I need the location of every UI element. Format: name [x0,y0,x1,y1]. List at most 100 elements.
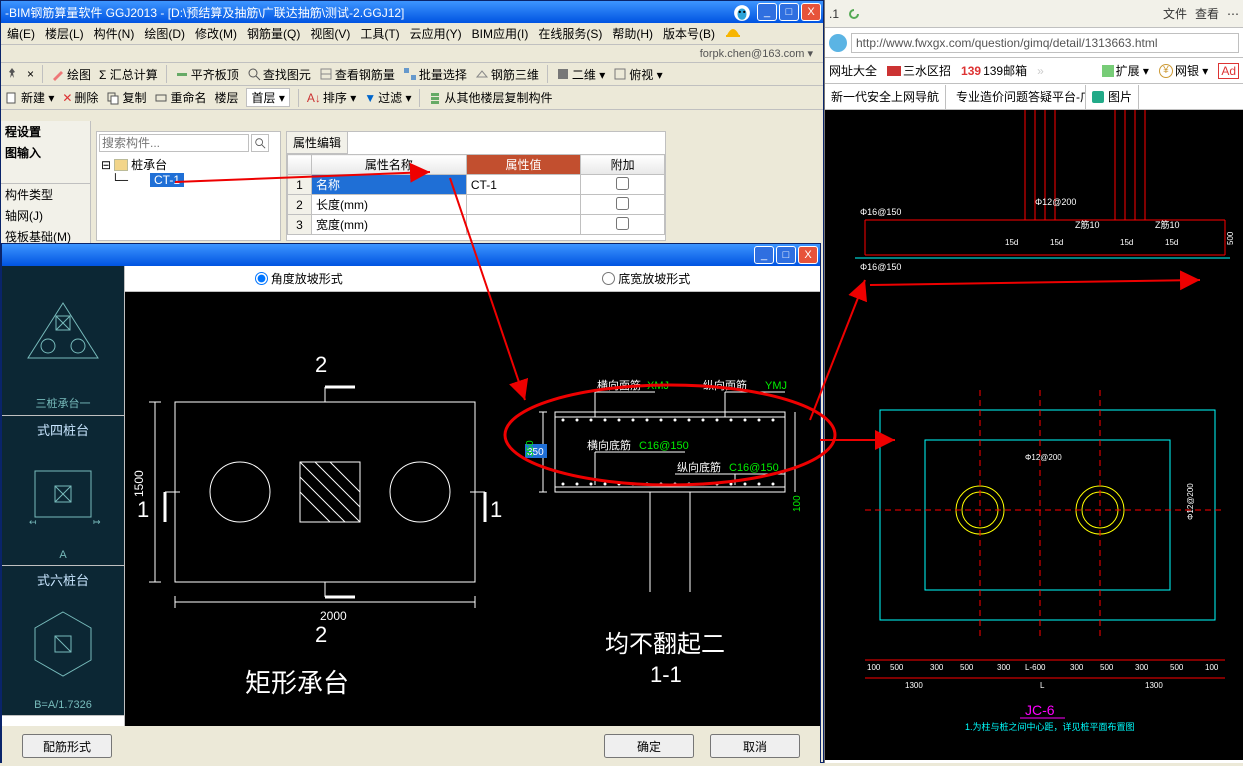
prop-value[interactable] [466,215,580,235]
svg-text:1300: 1300 [1145,681,1163,690]
view-rebar-button[interactable]: 查看钢筋量 [319,66,395,83]
thumb-item[interactable]: 式六桩台 B=A/1.7326 [2,566,124,716]
svg-text:横向面筋: 横向面筋 [597,378,641,392]
floor-select[interactable]: 首层 ▾ [246,88,289,107]
nav-item[interactable]: 构件类型 [1,184,90,205]
refresh-icon[interactable] [847,7,861,21]
browser-tab[interactable]: 图片 [1086,85,1139,109]
cancel-button[interactable]: 取消 [710,734,800,758]
pin-icon[interactable] [5,67,19,81]
tree-leaf[interactable]: CT-1 [150,173,184,187]
dialog-titlebar[interactable]: _ □ X [2,244,820,266]
bank-button[interactable]: ¥网银 ▾ [1159,62,1208,79]
svg-text:300: 300 [1135,663,1149,672]
dlg-close-button[interactable]: X [798,246,818,264]
drawing-canvas[interactable]: 2000 1500 1 1 2 2 矩形承台 [125,292,820,726]
prop-name[interactable]: 宽度(mm) [312,215,467,235]
rename-button[interactable]: 重命名 [154,89,206,106]
svg-text:↦: ↦ [93,517,101,527]
rebar-form-button[interactable]: 配筋形式 [22,734,112,758]
slope-form-radios: 角度放坡形式 底宽放坡形式 [125,266,820,292]
svg-text:Z筋10: Z筋10 [1075,219,1100,230]
fav-item[interactable]: 139139邮箱 [961,62,1027,79]
menu-more-icon[interactable]: ⋯ [1227,7,1239,21]
close-button[interactable]: X [801,3,821,21]
prop-extra-check[interactable] [616,217,629,230]
browser-top: .1 文件 查看 ⋯ [825,0,1243,28]
dlg-maximize-button[interactable]: □ [776,246,796,264]
svg-text:15d: 15d [1120,238,1133,247]
sum-button[interactable]: Σ 汇总计算 [99,66,158,83]
menu-modify[interactable]: 修改(M) [195,25,237,42]
menu-cloud[interactable]: 云应用(Y) [410,25,462,42]
maximize-button[interactable]: □ [779,3,799,21]
filter-button[interactable]: ▼过滤 ▾ [364,89,411,106]
prop-name[interactable]: 名称 [312,175,467,195]
app-menubar: 编(E) 楼层(L) 构件(N) 绘图(D) 修改(M) 钢筋量(Q) 视图(V… [1,23,823,45]
menu-view[interactable]: 查看 [1195,5,1219,22]
menu-view[interactable]: 视图(V) [310,25,350,42]
svg-text:纵向底筋: 纵向底筋 [677,460,721,474]
view-2d-select[interactable]: 二维 ▾ [556,66,605,83]
new-button[interactable]: 新建 ▾ [5,89,54,106]
cad-image[interactable]: Φ16@150 Φ12@200 Z筋10 Z筋10 15d 15d 15d 15… [825,110,1243,760]
svg-text:Φ12@200: Φ12@200 [1186,483,1195,520]
menu-tools[interactable]: 工具(T) [360,25,399,42]
url-field[interactable]: http://www.fwxgx.com/question/gimq/detai… [851,33,1239,53]
prop-extra-check[interactable] [616,197,629,210]
col-extra: 附加 [581,155,665,175]
level-board-button[interactable]: 平齐板顶 [175,66,239,83]
find-graph-button[interactable]: 查找图元 [247,66,311,83]
browser-tab[interactable]: 专业造价问题答疑平台-广联达× [946,85,1086,109]
menu-floor[interactable]: 楼层(L) [45,25,84,42]
menu-edit[interactable]: 编(E) [7,25,35,42]
minimize-button[interactable]: _ [757,3,777,21]
menu-draw[interactable]: 绘图(D) [144,25,185,42]
menu-version[interactable]: 版本号(B) [663,25,715,42]
tree-root[interactable]: ⊟ 桩承台 [101,156,276,173]
col-rownum [288,155,312,175]
thumb-item[interactable]: 三桩承台一 [2,266,124,416]
menu-help[interactable]: 帮助(H) [612,25,653,42]
radio-width[interactable]: 底宽放坡形式 [602,270,690,287]
fav-item[interactable]: 三水区招 [887,62,951,79]
rebar-3d-button[interactable]: 钢筋三维 [475,66,539,83]
hardhat-icon[interactable] [725,25,741,39]
batch-select-button[interactable]: 批量选择 [403,66,467,83]
ok-button[interactable]: 确定 [604,734,694,758]
ad-badge[interactable]: Ad [1218,63,1239,79]
menu-online[interactable]: 在线服务(S) [538,25,602,42]
prop-value[interactable] [466,195,580,215]
menu-file[interactable]: 文件 [1163,5,1187,22]
menu-rebar[interactable]: 钢筋量(Q) [247,25,300,42]
thumbnail-list[interactable]: 三桩承台一 式四桩台 ↤↦ A 式六桩台 B=A/1.7326 [2,266,125,726]
draw-button[interactable]: 绘图 [51,66,91,83]
prop-extra-check[interactable] [616,177,629,190]
ext-button[interactable]: 扩展 ▾ [1102,62,1149,79]
delete-button[interactable]: ✕ 删除 [62,89,98,106]
overlook-select[interactable]: 俯视 ▾ [613,66,662,83]
browser-tabs: 新一代安全上网导航 专业造价问题答疑平台-广联达× 图片 [825,84,1243,110]
svg-text:1: 1 [490,497,502,522]
login-user[interactable]: forpk.chen@163.com ▾ [1,45,823,63]
nav-item[interactable]: 轴网(J) [1,205,90,226]
property-tab[interactable]: 属性编辑 [287,132,348,154]
svg-text:矩形承台: 矩形承台 [245,668,349,698]
copy-from-floors-button[interactable]: 从其他楼层复制构件 [428,89,552,106]
copy-button[interactable]: 复制 [106,89,146,106]
qq-icon[interactable] [733,4,751,20]
favorites-bar: 网址大全 三水区招 139139邮箱 » 扩展 ▾ ¥网银 ▾ Ad [825,58,1243,84]
sort-button[interactable]: A↓排序 ▾ [307,89,356,106]
dlg-minimize-button[interactable]: _ [754,246,774,264]
prop-name[interactable]: 长度(mm) [312,195,467,215]
menu-component[interactable]: 构件(N) [94,25,135,42]
search-icon[interactable] [251,134,269,152]
prop-value[interactable]: CT-1 [466,175,580,195]
browser-tab[interactable]: 新一代安全上网导航 [825,85,946,109]
menu-bim[interactable]: BIM应用(I) [472,25,529,42]
svg-text:1-1: 1-1 [650,662,682,687]
radio-angle[interactable]: 角度放坡形式 [255,270,343,287]
thumb-item[interactable]: 式四桩台 ↤↦ A [2,416,124,566]
fav-item[interactable]: 网址大全 [829,62,877,79]
search-input[interactable] [99,134,249,152]
